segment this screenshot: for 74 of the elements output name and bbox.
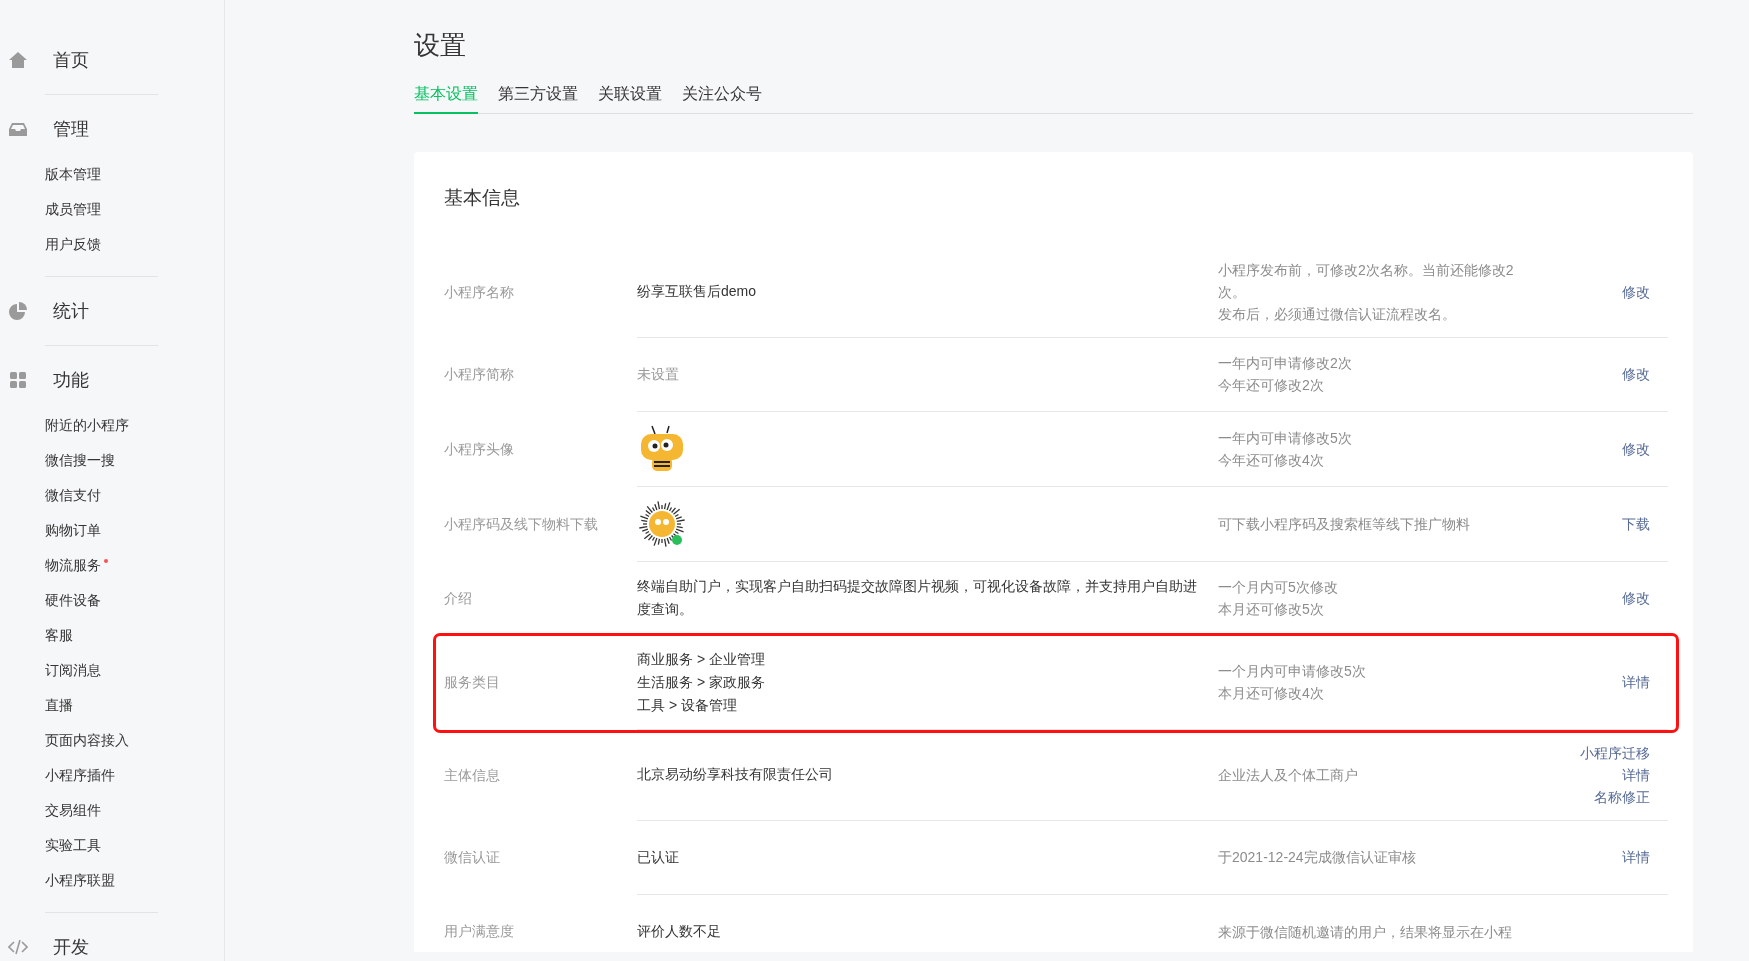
field-note: 一年内可申请修改5次	[1218, 428, 1353, 448]
nav-item[interactable]: 实验工具	[45, 835, 101, 856]
tab[interactable]: 关联设置	[598, 82, 662, 114]
nav-item[interactable]: 客服	[45, 625, 73, 646]
field-value: 北京易动纷享科技有限责任公司	[637, 765, 834, 784]
field-note: 本月还可修改5次	[1218, 600, 1325, 619]
field-value: 评价人数不足	[637, 922, 722, 941]
field-value: 已认证	[637, 847, 680, 867]
code-icon	[8, 937, 28, 957]
page-title: 设置	[414, 29, 467, 62]
nav-item[interactable]: 微信支付	[45, 485, 101, 506]
field-value: 生活服务 > 家政服务	[637, 672, 766, 692]
nav-item[interactable]: 用户反馈	[45, 234, 101, 255]
nav-item[interactable]: 小程序联盟	[45, 870, 115, 891]
section-title: 基本信息	[444, 186, 521, 210]
action-link[interactable]: 名称修正	[1594, 785, 1650, 808]
field-label: 用户满意度	[444, 922, 514, 941]
pie-chart-icon	[8, 301, 28, 321]
nav-item[interactable]: 交易组件	[45, 800, 101, 821]
field-note: 一个月内可申请修改5次	[1218, 662, 1367, 681]
field-note: 于2021-12-24完成微信认证审核	[1218, 848, 1417, 867]
action-link[interactable]: 详情	[1622, 846, 1650, 868]
field-value: 终端自助门户，实现客户自助扫码提交故障图片视频，可视化设备故障，并支持用户自助进度查询。	[637, 577, 1198, 619]
home-icon	[8, 50, 28, 70]
field-label: 主体信息	[444, 765, 500, 785]
nav-item[interactable]: 小程序插件	[45, 765, 115, 786]
nav-item[interactable]: 成员管理	[45, 199, 101, 220]
field-label: 介绍	[444, 589, 472, 608]
field-label: 小程序码及线下物料下载	[444, 514, 598, 534]
field-value: 工具 > 设备管理	[637, 695, 738, 715]
field-label: 微信认证	[444, 848, 500, 867]
nav-item[interactable]: 微信搜一搜	[45, 450, 115, 471]
nav-group-title[interactable]: 首页	[53, 46, 89, 74]
nav-item[interactable]: 物流服务	[45, 555, 101, 576]
action-link[interactable]: 详情	[1622, 671, 1650, 693]
field-note: 本月还可修改4次	[1218, 684, 1325, 703]
action-link[interactable]: 下载	[1622, 512, 1650, 535]
field-label: 小程序简称	[444, 365, 514, 384]
field-value: 商业服务 > 企业管理	[637, 649, 766, 669]
qr-code-icon	[637, 498, 687, 549]
field-note: 今年还可修改2次	[1218, 376, 1325, 395]
grid-icon	[8, 370, 28, 390]
action-link[interactable]: 修改	[1622, 363, 1650, 385]
field-value: 纷享互联售后demo	[637, 282, 758, 301]
nav-item[interactable]: 购物订单	[45, 520, 101, 541]
nav-group-title[interactable]: 统计	[53, 297, 89, 325]
tab[interactable]: 关注公众号	[682, 82, 762, 114]
field-note: 小程序发布前，可修改2次名称。当前还能修改2次。	[1218, 260, 1515, 302]
nav-item[interactable]: 硬件设备	[45, 590, 101, 611]
field-value: 未设置	[637, 364, 680, 384]
nav-item[interactable]: 直播	[45, 695, 73, 716]
field-note: 一年内可申请修改2次	[1218, 354, 1353, 373]
field-note: 今年还可修改4次	[1218, 450, 1325, 470]
nav-item[interactable]: 附近的小程序	[45, 415, 129, 436]
action-link[interactable]: 小程序迁移	[1580, 741, 1650, 764]
field-note: 来源于微信随机邀请的用户，结果将显示在小程	[1218, 922, 1513, 942]
field-note: 一个月内可5次修改	[1218, 578, 1339, 597]
field-note: 可下载小程序码及搜索框等线下推广物料	[1218, 514, 1471, 534]
field-label: 小程序名称	[444, 282, 514, 302]
nav-item[interactable]: 订阅消息	[45, 660, 101, 681]
action-link[interactable]: 修改	[1622, 587, 1650, 609]
nav-group-title[interactable]: 功能	[53, 366, 89, 394]
nav-group-title[interactable]: 管理	[53, 115, 89, 143]
field-note: 企业法人及个体工商户	[1218, 765, 1359, 785]
action-link[interactable]: 修改	[1622, 437, 1650, 460]
field-note: 发布后，必须通过微信认证流程改名。	[1218, 304, 1457, 324]
action-link[interactable]: 修改	[1622, 280, 1650, 303]
nav-group-title[interactable]: 开发	[53, 933, 89, 961]
field-label: 小程序头像	[444, 439, 514, 459]
nav-item[interactable]: 页面内容接入	[45, 730, 129, 751]
tab[interactable]: 第三方设置	[498, 82, 578, 114]
action-link[interactable]: 详情	[1622, 763, 1650, 786]
nav-item[interactable]: 版本管理	[45, 164, 101, 185]
field-label: 服务类目	[444, 673, 500, 692]
